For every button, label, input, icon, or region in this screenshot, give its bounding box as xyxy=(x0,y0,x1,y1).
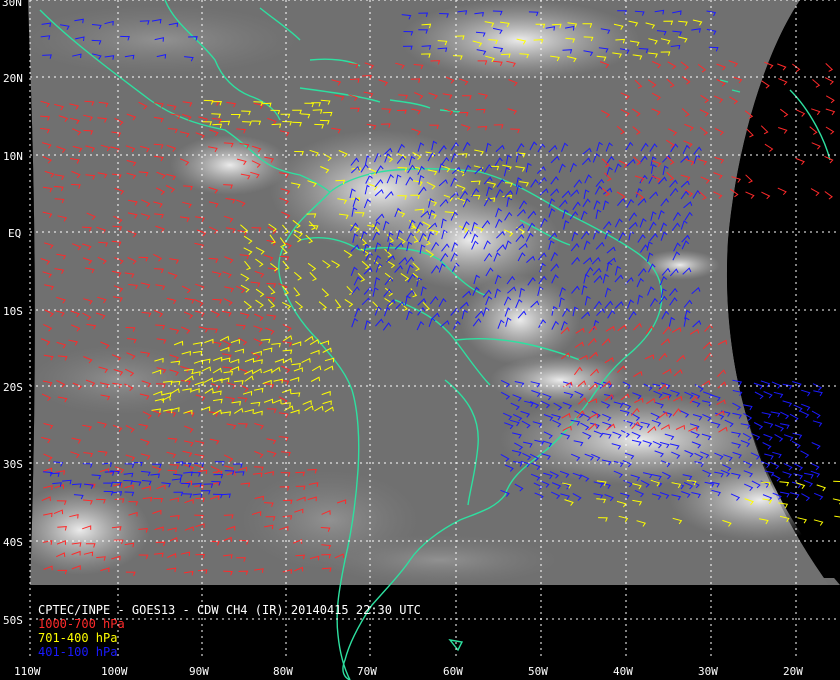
legend-high-level: 401-100 hPa xyxy=(38,645,118,659)
lon-label-100w: 100W xyxy=(101,665,128,678)
lon-label-70w: 70W xyxy=(357,665,377,678)
lon-label-40w: 40W xyxy=(613,665,633,678)
lon-label-30w: 30W xyxy=(698,665,718,678)
lon-label-90w: 90W xyxy=(189,665,209,678)
legend-mid-level: 701-400 hPa xyxy=(38,631,118,645)
lat-label-50s: 50S xyxy=(3,614,23,627)
lat-label-10n: 10N xyxy=(3,150,23,163)
lat-label-30n: 30N xyxy=(2,0,22,9)
lat-label-30s: 30S xyxy=(3,458,23,471)
lat-label-20s: 20S xyxy=(3,381,23,394)
lat-label-20n: 20N xyxy=(3,72,23,85)
lon-label-110w: 110W xyxy=(14,665,41,678)
lon-label-60w: 60W xyxy=(443,665,463,678)
lon-label-20w: 20W xyxy=(783,665,803,678)
legend-low-level: 1000-700 hPa xyxy=(38,617,125,631)
lat-label-10s: 10S xyxy=(3,305,23,318)
space-background-bottom xyxy=(30,585,840,680)
lon-label-80w: 80W xyxy=(273,665,293,678)
product-title: CPTEC/INPE - GOES13 - CDW CH4 (IR) 20140… xyxy=(38,603,421,617)
satellite-wind-map: 30N 20N 10N EQ 10S 20S 30S 40S 50S 110W … xyxy=(0,0,840,680)
lat-label-eq: EQ xyxy=(8,227,21,240)
lon-label-50w: 50W xyxy=(528,665,548,678)
lat-label-40s: 40S xyxy=(3,536,23,549)
